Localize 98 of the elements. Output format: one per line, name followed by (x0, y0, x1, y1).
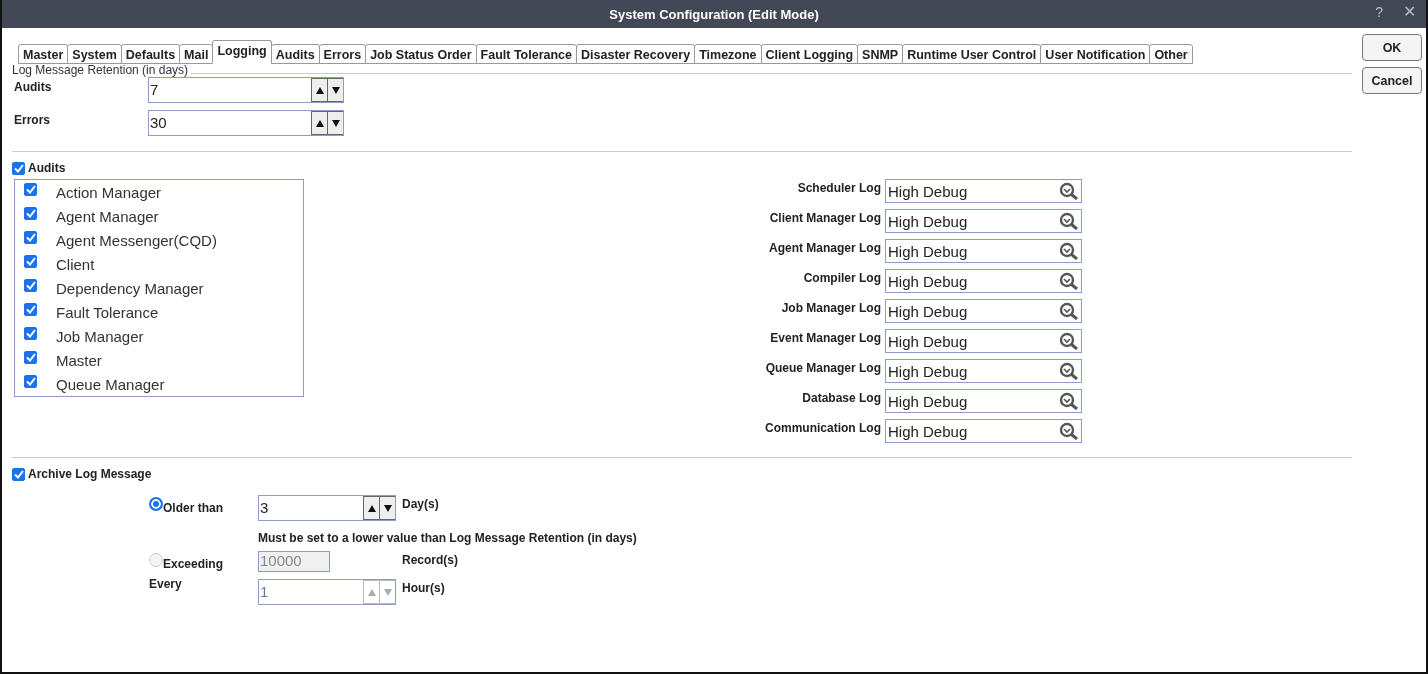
list-item-label: Dependency Manager (56, 279, 204, 297)
up-triangle-icon (315, 86, 324, 94)
field-label: Event Manager Log (770, 330, 881, 345)
radio-label: Exceeding (163, 556, 224, 571)
number-spinner[interactable]: 30 (148, 110, 344, 136)
log-level-field[interactable]: High Debug (885, 419, 1082, 443)
field-label: Communication Log (765, 420, 881, 435)
up-triangle-icon (367, 504, 376, 512)
up-triangle-icon (315, 119, 324, 127)
checkbox[interactable] (24, 206, 37, 220)
log-level-field[interactable]: High Debug (885, 359, 1082, 383)
checkbox-label: Audits (28, 161, 66, 175)
checkbox[interactable] (24, 350, 37, 364)
list-item-label: Client (56, 255, 95, 273)
spin-down-button[interactable] (379, 496, 395, 520)
number-spinner[interactable]: 3 (258, 495, 396, 521)
log-level-field[interactable]: High Debug (885, 269, 1082, 293)
search-icon (1059, 242, 1079, 260)
field-label: Agent Manager Log (769, 240, 881, 255)
dialog-button[interactable]: Cancel (1362, 67, 1422, 94)
field-label: Errors (13, 112, 52, 127)
dialog-button[interactable]: OK (1362, 34, 1422, 61)
search-icon (1059, 182, 1079, 200)
number-spinner[interactable]: 7 (148, 77, 344, 103)
list-item-label: Job Manager (56, 327, 144, 345)
down-triangle-icon (331, 119, 340, 127)
log-level-field[interactable]: High Debug (885, 239, 1082, 263)
checkbox[interactable] (24, 326, 37, 340)
spin-up-button[interactable] (311, 111, 327, 135)
search-icon (1059, 212, 1079, 230)
spin-down-button[interactable] (327, 111, 343, 135)
down-triangle-icon (383, 588, 392, 596)
unit-label: Day(s) (402, 496, 440, 511)
search-icon (1059, 302, 1079, 320)
tab[interactable]: Job Status Order (365, 44, 477, 64)
checkbox[interactable] (24, 254, 37, 268)
hint-text: Must be set to a lower value than Log Message Retention (in days) (258, 531, 638, 545)
unit-label: Record(s) (402, 552, 459, 567)
search-icon (1059, 422, 1079, 440)
checkbox[interactable] (24, 374, 37, 388)
tab[interactable]: Fault Tolerance (475, 44, 578, 64)
radio-label: Older than (163, 500, 223, 515)
help-button[interactable]: ? (1373, 2, 1385, 21)
field-label: Audits (13, 79, 53, 94)
list-item-label: Master (56, 351, 102, 369)
field-label: Client Manager Log (769, 210, 881, 225)
checkbox[interactable] (24, 302, 37, 316)
list-item-label: Agent Messenger(CQD) (56, 231, 217, 249)
close-button[interactable]: ✕ (1401, 2, 1418, 21)
search-icon (1059, 272, 1079, 290)
field-label: Every (149, 577, 183, 591)
checkbox[interactable] (24, 230, 37, 244)
log-level-field[interactable]: High Debug (885, 299, 1082, 323)
tab[interactable]: System (67, 44, 122, 64)
tab[interactable]: Disaster Recovery (576, 44, 696, 64)
tab[interactable]: Runtime User Control (902, 44, 1042, 64)
list-item-label: Fault Tolerance (56, 303, 159, 321)
checkbox[interactable] (24, 278, 37, 292)
checkbox[interactable] (24, 182, 37, 196)
log-level-field[interactable]: High Debug (885, 209, 1082, 233)
unit-label: Hour(s) (402, 580, 446, 595)
checkbox[interactable] (12, 161, 25, 175)
tab[interactable]: Other (1149, 44, 1193, 64)
spin-down-button[interactable] (327, 78, 343, 102)
tab[interactable]: Timezone (694, 44, 762, 64)
search-icon (1059, 392, 1079, 410)
log-level-field[interactable]: High Debug (885, 389, 1082, 413)
radio-button[interactable] (149, 497, 163, 511)
tab[interactable]: Errors (318, 44, 367, 64)
search-icon (1059, 332, 1079, 350)
tab[interactable]: Client Logging (760, 44, 859, 64)
checkbox[interactable] (12, 467, 25, 481)
field-label: Queue Manager Log (765, 360, 881, 375)
list-item-label: Agent Manager (56, 207, 159, 225)
up-triangle-icon (367, 588, 376, 596)
tab[interactable]: Defaults (120, 44, 181, 64)
list-item-label: Action Manager (56, 183, 162, 201)
tab[interactable]: Mail (179, 44, 214, 64)
tab[interactable]: SNMP (857, 44, 904, 64)
log-level-field[interactable]: High Debug (885, 179, 1082, 203)
tab[interactable]: User Notification (1040, 44, 1151, 64)
spin-up-button[interactable] (311, 78, 327, 102)
tab[interactable]: Master (18, 44, 69, 64)
field-label: Compiler Log (803, 270, 881, 285)
checkbox-label: Archive Log Message (28, 467, 152, 481)
down-triangle-icon (383, 504, 392, 512)
window-title: System Configuration (Edit Mode) (609, 6, 819, 22)
section-legend: Log Message Retention (in days) (12, 63, 192, 77)
field-label: Job Manager Log (781, 300, 881, 315)
list-item-label: Queue Manager (56, 375, 165, 393)
tab[interactable]: Logging (212, 40, 272, 64)
field-label: Scheduler Log (797, 180, 881, 195)
log-level-field[interactable]: High Debug (885, 329, 1082, 353)
down-triangle-icon (331, 86, 340, 94)
field-label: Database Log (802, 390, 881, 405)
search-icon (1059, 362, 1079, 380)
tab[interactable]: Audits (270, 44, 320, 64)
spin-up-button[interactable] (363, 496, 379, 520)
